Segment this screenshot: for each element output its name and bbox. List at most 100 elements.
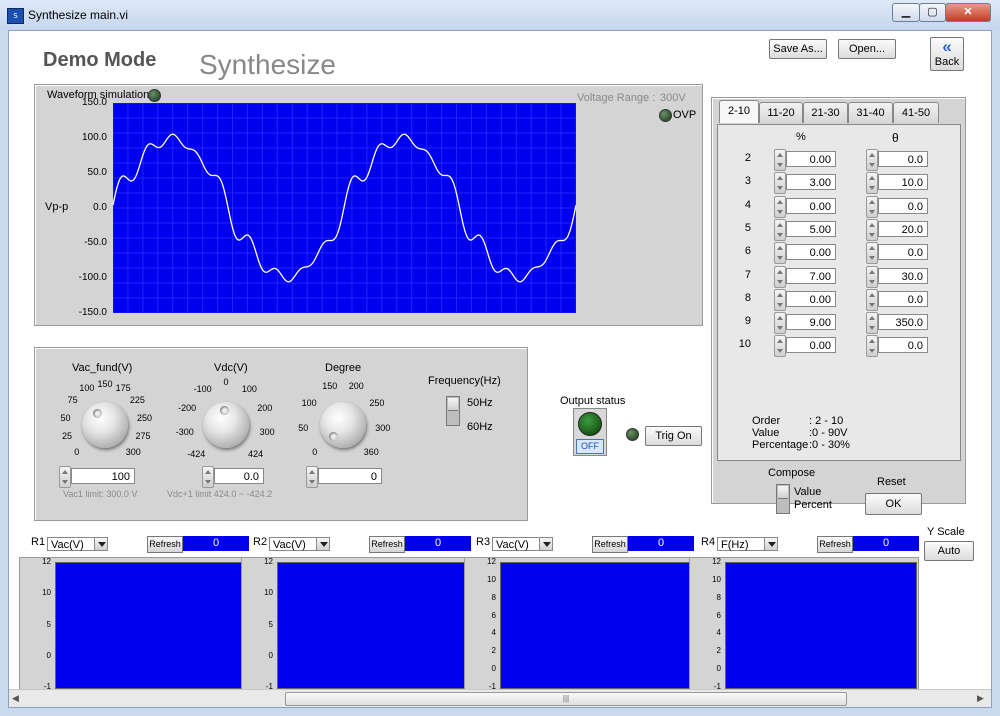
- harmonic-theta-spinner[interactable]: [866, 172, 878, 195]
- chevron-down-icon[interactable]: [539, 537, 553, 551]
- graph-refresh-button[interactable]: Refresh: [147, 536, 183, 553]
- harmonic-theta-field[interactable]: 0.0: [878, 337, 928, 354]
- y-scale-auto-button[interactable]: Auto: [924, 541, 974, 561]
- harmonic-percent-spinner[interactable]: [774, 172, 786, 195]
- harmonic-percent-field[interactable]: 0.00: [786, 290, 836, 307]
- knob-tick: 200: [257, 402, 273, 413]
- harmonic-theta-spinner[interactable]: [866, 265, 878, 288]
- harmonic-percent-spinner[interactable]: [774, 335, 786, 358]
- vdc-value-field[interactable]: 0.0: [214, 468, 264, 484]
- harmonic-percent-spinner[interactable]: [774, 218, 786, 241]
- compose-percent[interactable]: Percent: [794, 499, 832, 511]
- window-title: Synthesize main.vi: [28, 8, 129, 22]
- harmonic-percent-field[interactable]: 0.00: [786, 337, 836, 354]
- degree-spinner[interactable]: [306, 466, 318, 488]
- scroll-left-icon[interactable]: ◀: [12, 693, 19, 704]
- output-switch[interactable]: OFF: [573, 408, 607, 456]
- harmonic-percent-spinner[interactable]: [774, 288, 786, 311]
- save-as-button[interactable]: Save As...: [769, 39, 827, 59]
- harmonic-theta-spinner[interactable]: [866, 195, 878, 218]
- harmonic-percent-field[interactable]: 3.00: [786, 174, 836, 191]
- harmonic-theta-field[interactable]: 350.0: [878, 314, 928, 331]
- tab-harmonics-2-10[interactable]: 2-10: [719, 100, 759, 123]
- harmonic-order-label: 10: [738, 338, 751, 351]
- harmonic-theta-spinner[interactable]: [866, 288, 878, 311]
- tab-harmonics-21-30[interactable]: 21-30: [803, 102, 848, 123]
- graph-signal-select[interactable]: F(Hz): [717, 537, 765, 551]
- graph-signal-select[interactable]: Vac(V): [492, 537, 540, 551]
- app-icon: S: [7, 8, 24, 24]
- scrollbar-thumb[interactable]: |||: [285, 692, 847, 706]
- tab-harmonics-41-50[interactable]: 41-50: [893, 102, 939, 123]
- harmonic-percent-field[interactable]: 5.00: [786, 220, 836, 237]
- controls-panel: Vac_fund(V) 0 25 50 75 100 150 175 225 250 275 300…: [34, 347, 528, 521]
- output-status-label: Output status: [560, 395, 626, 407]
- harmonic-percent-field[interactable]: 0.00: [786, 151, 836, 167]
- open-button[interactable]: Open...: [838, 39, 896, 59]
- graph-value-indicator: 0: [628, 536, 694, 551]
- graph-refresh-button[interactable]: Refresh: [369, 536, 405, 553]
- vdc-spinner[interactable]: [202, 466, 214, 488]
- harmonic-percent-spinner[interactable]: [774, 312, 786, 335]
- info-value: :0 - 30%: [809, 439, 850, 451]
- harmonic-theta-field[interactable]: 20.0: [878, 220, 928, 237]
- harmonic-percent-spinner[interactable]: [774, 242, 786, 265]
- vac-knob[interactable]: [82, 402, 128, 448]
- graph-refresh-button[interactable]: Refresh: [592, 536, 628, 553]
- knob-tick: 0: [312, 447, 318, 458]
- harmonic-percent-spinner[interactable]: [774, 265, 786, 288]
- scroll-right-icon[interactable]: ▶: [977, 693, 984, 704]
- harmonic-percent-field[interactable]: 0.00: [786, 197, 836, 214]
- back-label: Back: [934, 56, 960, 68]
- freq-60hz[interactable]: 60Hz: [467, 421, 493, 433]
- harmonic-percent-field[interactable]: 0.00: [786, 244, 836, 261]
- harmonic-percent-field[interactable]: 9.00: [786, 314, 836, 331]
- minimize-icon[interactable]: ▁: [892, 3, 920, 22]
- harmonic-theta-spinner[interactable]: [866, 242, 878, 265]
- harmonic-theta-field[interactable]: 30.0: [878, 267, 928, 284]
- degree-knob[interactable]: [320, 402, 366, 448]
- graph-signal-select[interactable]: Vac(V): [47, 537, 95, 551]
- tab-harmonics-11-20[interactable]: 11-20: [759, 102, 803, 123]
- harmonic-theta-spinner[interactable]: [866, 312, 878, 335]
- harmonic-theta-spinner[interactable]: [866, 149, 878, 171]
- harmonic-percent-spinner[interactable]: [774, 195, 786, 218]
- frequency-toggle[interactable]: [446, 396, 460, 426]
- waveform-svg: [112, 102, 577, 314]
- harmonic-theta-field[interactable]: 0.0: [878, 244, 928, 261]
- waveform-plot: [112, 102, 577, 314]
- theta-header: θ: [892, 131, 899, 145]
- harmonic-theta-field[interactable]: 0.0: [878, 197, 928, 214]
- info-key: Value: [752, 427, 780, 439]
- harmonic-theta-spinner[interactable]: [866, 218, 878, 241]
- vac-value-field[interactable]: 100: [71, 468, 135, 484]
- compose-value[interactable]: Value: [794, 486, 821, 498]
- compose-toggle[interactable]: [776, 484, 790, 514]
- graph-y-tick: 0: [46, 650, 51, 660]
- close-icon[interactable]: ✕: [945, 3, 991, 22]
- harmonic-theta-field[interactable]: 0.0: [878, 290, 928, 307]
- graph-signal-select[interactable]: Vac(V): [269, 537, 317, 551]
- freq-50hz[interactable]: 50Hz: [467, 397, 493, 409]
- harmonic-percent-field[interactable]: 7.00: [786, 267, 836, 284]
- harmonic-theta-field[interactable]: 10.0: [878, 174, 928, 191]
- vac-spinner[interactable]: [59, 466, 71, 488]
- chevron-down-icon[interactable]: [316, 537, 330, 551]
- graph-y-tick: 12: [712, 557, 721, 566]
- harmonic-percent-spinner[interactable]: [774, 149, 786, 171]
- maximize-icon[interactable]: ▢: [919, 3, 946, 22]
- knob-tick: 250: [136, 412, 153, 423]
- chevron-down-icon[interactable]: [94, 537, 108, 551]
- graph-refresh-button[interactable]: Refresh: [817, 536, 853, 553]
- degree-value-field[interactable]: 0: [318, 468, 382, 484]
- harmonic-theta-spinner[interactable]: [866, 335, 878, 358]
- horizontal-scrollbar[interactable]: ◀ ||| ▶: [9, 689, 991, 707]
- vdc-knob[interactable]: [203, 402, 249, 448]
- back-button[interactable]: « Back: [930, 37, 964, 71]
- reset-ok-button[interactable]: OK: [865, 493, 922, 515]
- tab-harmonics-31-40[interactable]: 31-40: [848, 102, 893, 123]
- trig-on-button[interactable]: Trig On: [645, 426, 702, 446]
- harmonic-theta-field[interactable]: 0.0: [878, 151, 928, 167]
- chevron-down-icon[interactable]: [764, 537, 778, 551]
- y-tick: -100.0: [78, 272, 107, 283]
